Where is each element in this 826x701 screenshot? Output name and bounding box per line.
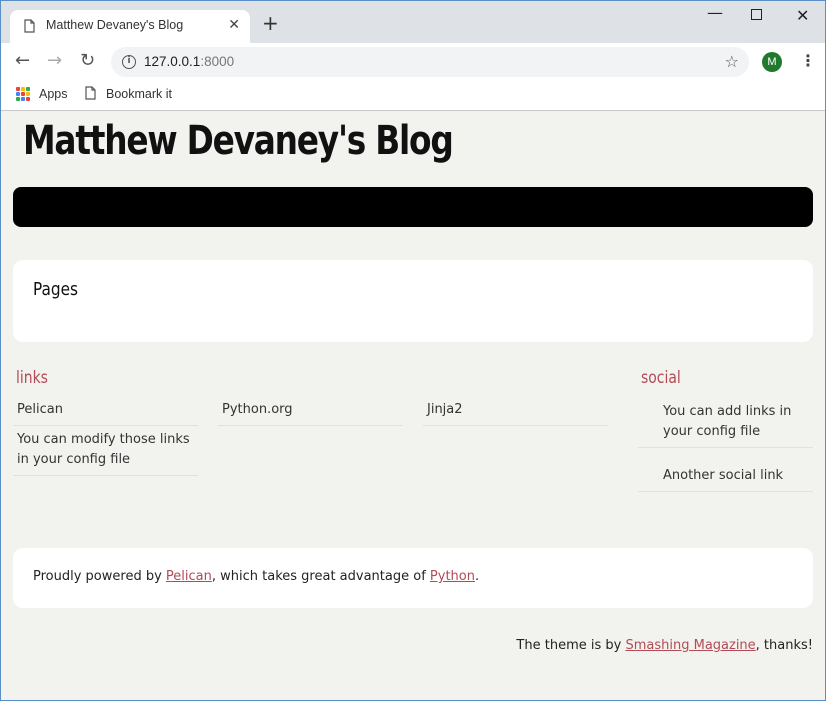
apps-grid-dot <box>16 87 20 91</box>
url-host: 127.0.0.1 <box>144 54 201 69</box>
browser-window: Matthew Devaney's Blog ✕ + — ✕ ← → ↻ i 1… <box>0 0 826 701</box>
apps-grid-dot <box>16 97 20 101</box>
social-link-item[interactable]: You can add links in your config file <box>638 402 813 448</box>
window-close-button[interactable]: ✕ <box>796 6 809 25</box>
link-item[interactable]: Pelican <box>13 400 198 426</box>
apps-grid-dot <box>16 92 20 96</box>
footer-middle: , which takes great advantage of <box>211 569 430 584</box>
apps-grid-dot <box>21 97 25 101</box>
title-bar: Matthew Devaney's Blog ✕ + — ✕ <box>1 1 825 43</box>
link-item[interactable]: Jinja2 <box>423 400 608 426</box>
reload-button[interactable]: ↻ <box>80 51 95 71</box>
theme-credit: The theme is by Smashing Magazine, thank… <box>516 638 813 653</box>
bookmark-bookmark-it[interactable]: Bookmark it <box>106 87 172 101</box>
link-item[interactable]: You can modify those links in your confi… <box>13 430 198 476</box>
apps-grid-dot <box>21 87 25 91</box>
browser-tab[interactable]: Matthew Devaney's Blog ✕ <box>10 10 250 43</box>
pelican-link[interactable]: Pelican <box>166 569 212 584</box>
theme-suffix: , thanks! <box>755 638 813 653</box>
document-icon <box>85 86 96 100</box>
apps-grid-dot <box>21 92 25 96</box>
bookmarks-bar: Apps Bookmark it <box>1 81 825 111</box>
address-bar[interactable]: i 127.0.0.1:8000 ☆ <box>111 47 749 77</box>
url-port: :8000 <box>200 54 235 69</box>
bookmark-apps[interactable]: Apps <box>39 87 68 101</box>
tab-close-icon[interactable]: ✕ <box>228 17 240 33</box>
apps-grid-dot <box>26 97 30 101</box>
forward-button[interactable]: → <box>47 51 62 71</box>
browser-toolbar: ← → ↻ i 127.0.0.1:8000 ☆ M ⋮ <box>1 43 825 81</box>
python-link[interactable]: Python <box>430 569 475 584</box>
menu-icon[interactable]: ⋮ <box>800 51 816 70</box>
url-text[interactable]: 127.0.0.1:8000 <box>144 54 234 69</box>
tab-title: Matthew Devaney's Blog <box>46 18 184 32</box>
pages-heading: Pages <box>33 279 79 300</box>
back-button[interactable]: ← <box>15 51 30 71</box>
link-item[interactable]: Python.org <box>218 400 403 426</box>
footer-prefix: Proudly powered by <box>33 569 166 584</box>
page-content: Matthew Devaney's Blog Pages links Pelic… <box>1 112 825 700</box>
bookmark-star-icon[interactable]: ☆ <box>725 52 739 71</box>
profile-avatar[interactable]: M <box>762 52 782 72</box>
pages-panel: Pages <box>13 260 813 342</box>
smashing-magazine-link[interactable]: Smashing Magazine <box>625 638 755 653</box>
footer-text: Proudly powered by Pelican, which takes … <box>33 569 479 584</box>
site-navbar <box>13 187 813 227</box>
social-link-item[interactable]: Another social link <box>638 466 813 492</box>
document-icon <box>24 19 35 33</box>
footer-panel: Proudly powered by Pelican, which takes … <box>13 548 813 608</box>
apps-grid-dot <box>26 92 30 96</box>
social-heading: social <box>641 368 681 388</box>
theme-prefix: The theme is by <box>516 638 626 653</box>
apps-grid-icon[interactable] <box>16 87 30 101</box>
info-icon[interactable]: i <box>122 55 136 69</box>
new-tab-button[interactable]: + <box>262 13 279 33</box>
links-heading: links <box>16 368 48 388</box>
minimize-button[interactable]: — <box>707 3 723 22</box>
apps-grid-dot <box>26 87 30 91</box>
footer-suffix: . <box>474 569 480 584</box>
site-title[interactable]: Matthew Devaney's Blog <box>23 118 454 164</box>
maximize-button[interactable] <box>751 9 762 20</box>
